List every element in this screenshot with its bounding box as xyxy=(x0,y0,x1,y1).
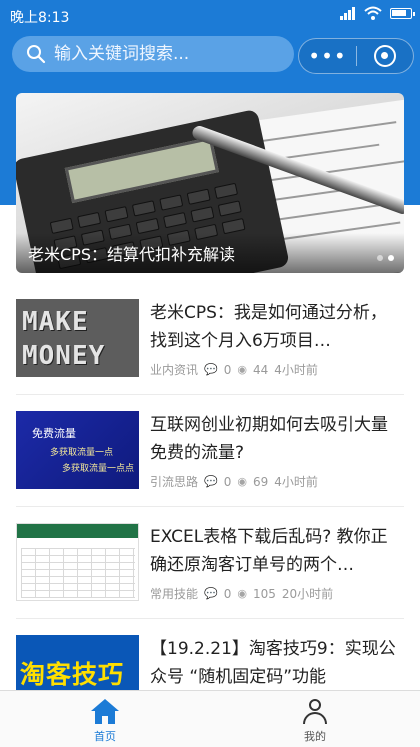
view-count: 44 xyxy=(252,362,269,377)
search-input[interactable] xyxy=(54,44,274,64)
article-category: 常用技能 xyxy=(150,587,199,601)
view-icon: ◉ xyxy=(237,587,247,600)
user-icon xyxy=(301,699,329,725)
article-item[interactable]: MAKE MONEY 老米CPS：我是如何通过分析，找到这个月入6万项目… 业内… xyxy=(16,283,404,395)
tab-mine-label: 我的 xyxy=(304,730,326,743)
article-item[interactable]: 免费流量 多获取流量一点 多获取流量一点点 互联网创业初期如何去吸引大量免费的流… xyxy=(16,395,404,507)
search-icon xyxy=(27,45,46,64)
article-time: 4小时前 xyxy=(274,475,318,489)
comment-count: 0 xyxy=(223,362,232,377)
status-time: 晚上8:13 xyxy=(10,10,70,26)
banner-caption: 老米CPS：结算代扣补充解读 xyxy=(16,233,404,273)
view-count: 69 xyxy=(252,474,269,489)
comment-icon: 💬 xyxy=(204,475,218,488)
article-meta: 常用技能 💬 0 ◉ 105 20小时前 xyxy=(150,585,333,602)
tab-home-label: 首页 xyxy=(94,730,116,743)
comment-count: 0 xyxy=(223,474,232,489)
article-thumbnail xyxy=(16,523,139,601)
article-meta: 业内资讯 💬 0 ◉ 44 4小时前 xyxy=(150,361,318,378)
article-title: 【19.2.21】淘客技巧9：实现公众号 “随机固定码”功能 xyxy=(150,639,396,687)
target-icon xyxy=(373,45,396,67)
bottom-tab-bar: 首页 我的 xyxy=(0,690,420,747)
view-icon: ◉ xyxy=(237,363,247,376)
signal-icon xyxy=(340,6,356,20)
tab-home[interactable]: 首页 xyxy=(0,691,210,747)
article-time: 4小时前 xyxy=(274,363,318,377)
article-meta: 引流思路 💬 0 ◉ 69 4小时前 xyxy=(150,473,318,490)
home-icon xyxy=(91,699,119,725)
more-button[interactable]: ••• xyxy=(299,39,356,73)
article-thumbnail: MAKE MONEY xyxy=(16,299,139,377)
close-miniprogram-button[interactable] xyxy=(357,45,413,67)
comment-count: 0 xyxy=(223,586,232,601)
carousel-dot[interactable] xyxy=(388,255,394,261)
article-item[interactable]: EXCEL表格下载后乱码? 教你正确还原淘客订单号的两个… 常用技能 💬 0 ◉… xyxy=(16,507,404,619)
article-title: 互联网创业初期如何去吸引大量免费的流量? xyxy=(150,415,388,463)
comment-icon: 💬 xyxy=(204,363,218,376)
wifi-icon xyxy=(364,6,382,20)
article-thumbnail: 免费流量 多获取流量一点 多获取流量一点点 xyxy=(16,411,139,489)
view-icon: ◉ xyxy=(237,475,247,488)
comment-icon: 💬 xyxy=(204,587,218,600)
view-count: 105 xyxy=(252,586,276,601)
article-time: 20小时前 xyxy=(281,587,334,601)
article-title: EXCEL表格下载后乱码? 教你正确还原淘客订单号的两个… xyxy=(150,527,388,575)
battery-icon xyxy=(390,7,415,19)
search-bar[interactable] xyxy=(12,36,294,72)
status-icons xyxy=(340,6,415,20)
article-category: 业内资讯 xyxy=(150,363,199,377)
article-category: 引流思路 xyxy=(150,475,199,489)
article-title: 老米CPS：我是如何通过分析，找到这个月入6万项目… xyxy=(150,303,387,351)
miniprogram-capsule: ••• xyxy=(298,38,414,74)
status-bar: 晚上8:13 xyxy=(0,0,420,30)
banner-title: 老米CPS：结算代扣补充解读 xyxy=(28,245,235,264)
banner-carousel[interactable]: 老米CPS：结算代扣补充解读 xyxy=(16,93,404,273)
carousel-dot[interactable] xyxy=(377,255,383,261)
tab-mine[interactable]: 我的 xyxy=(210,691,420,747)
carousel-indicator xyxy=(377,255,394,261)
